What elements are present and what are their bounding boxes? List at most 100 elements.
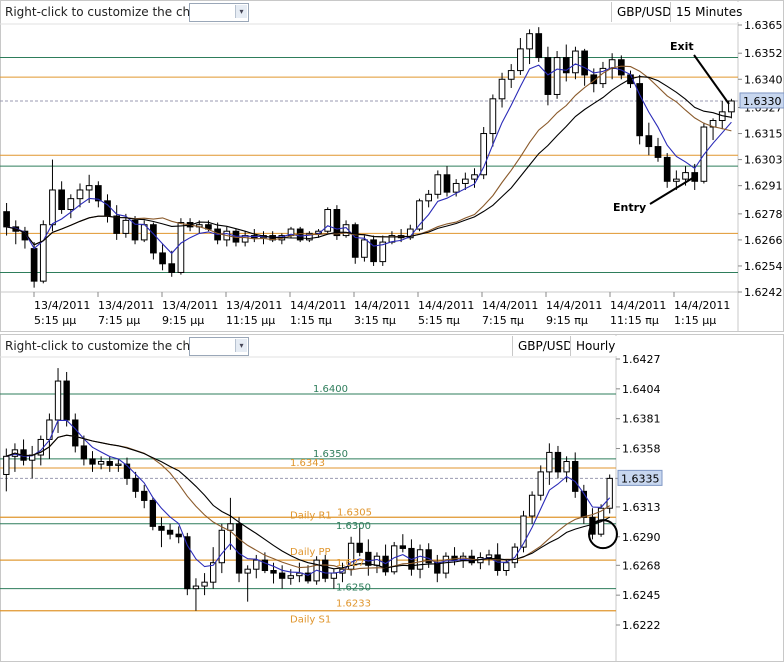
candle-body (356, 542, 363, 553)
chevron-down-icon: ▾ (235, 339, 247, 352)
candle-body (168, 263, 176, 273)
y-tick-label: 1.6313 (622, 501, 661, 514)
chart-panel-15min[interactable]: 1.63651.63521.63401.63271.63151.63031.62… (0, 0, 784, 332)
x-tick-date: 13/4/2011 (98, 299, 154, 312)
y-tick-label: 1.6404 (622, 383, 661, 396)
candle-body (498, 78, 506, 100)
level-label: 1.6343 (290, 458, 325, 469)
candle-body (322, 559, 329, 579)
x-tick-date: 14/4/2011 (418, 299, 474, 312)
y-tick-label: 1.6290 (622, 531, 661, 544)
candle-body (554, 451, 562, 473)
candle-body (149, 499, 157, 527)
candle-body (30, 248, 38, 282)
customize-hint: Right-click to customize the chart (5, 339, 208, 353)
y-tick-label: 1.6427 (622, 353, 661, 366)
chart-options-dropdown[interactable]: ▾ (189, 3, 249, 22)
x-tick-date: 14/4/2011 (354, 299, 410, 312)
y-tick-label: 1.6352 (744, 47, 783, 60)
level-label: 1.6400 (313, 384, 348, 395)
candle-body (507, 70, 515, 80)
x-tick-time: 11:15 μμ (226, 314, 275, 327)
x-tick-time: 3:15 πμ (354, 314, 396, 327)
candle-body (544, 57, 552, 95)
customize-hint: Right-click to customize the chart (5, 5, 208, 19)
candle-body (434, 174, 442, 195)
x-tick-time: 1:15 πμ (290, 314, 332, 327)
candle-body (461, 178, 469, 184)
candle-body (537, 471, 544, 496)
x-tick-date: 13/4/2011 (162, 299, 218, 312)
candle-body (728, 100, 735, 113)
x-tick-time: 9:15 πμ (546, 314, 588, 327)
chart-canvas-hourly[interactable]: 1.6427 1.6404 1.6381 1.6358 1.6335 1.6313 1.62… (0, 334, 784, 662)
candle-body (517, 48, 524, 72)
candle-body (471, 174, 478, 180)
candle-body (528, 494, 536, 517)
candle-body (3, 211, 10, 228)
candle-body (76, 189, 84, 200)
x-tick-time: 5:15 πμ (418, 314, 460, 327)
candle-body (227, 523, 234, 531)
candle-body (673, 178, 680, 182)
x-tick-time: 7:15 πμ (482, 314, 524, 327)
exit-annotation: Exit (670, 40, 694, 53)
candle-body (416, 549, 424, 570)
candle-body (654, 146, 662, 158)
candle-body (553, 57, 561, 95)
candle-body (425, 193, 432, 202)
chart-panel-hourly[interactable]: 1.6427 1.6404 1.6381 1.6358 1.6335 1.6313 1.62… (0, 334, 784, 662)
level-label: 1.6233 (336, 599, 371, 610)
y-tick-label: 1.6303 (744, 154, 783, 167)
candle-body (546, 451, 553, 473)
candle-body (166, 529, 174, 535)
y-tick-label: 1.6278 (744, 208, 783, 221)
entry-arrow (649, 175, 697, 205)
candle-body (494, 554, 501, 572)
candle-body (218, 529, 225, 564)
candle-body (63, 380, 70, 421)
candle-body (106, 461, 113, 466)
candle-body (606, 477, 613, 509)
candle-body (399, 545, 406, 549)
candle-body (122, 219, 130, 234)
chart-options-dropdown[interactable]: ▾ (189, 337, 249, 356)
panel-border (0, 334, 784, 662)
y-tick-label: 1.6381 (622, 413, 661, 426)
candle-body (159, 252, 166, 265)
candle-body (682, 172, 689, 180)
y-tick-label: 1.6222 (622, 619, 661, 632)
candle-body (270, 570, 277, 574)
chevron-down-icon: ▾ (235, 5, 247, 18)
candle-body (489, 98, 497, 135)
candle-body (192, 585, 200, 590)
chart-canvas-15min[interactable]: 1.63651.63521.63401.63271.63151.63031.62… (0, 0, 784, 332)
x-tick-date: 13/4/2011 (34, 299, 90, 312)
candle-body (442, 555, 450, 574)
y-tick-label: 1.6358 (622, 443, 661, 456)
candle-body (253, 559, 260, 570)
candle-body (235, 523, 243, 574)
x-tick-date: 14/4/2011 (290, 299, 346, 312)
candle-body (67, 198, 75, 211)
entry-annotation: Entry (613, 201, 646, 214)
candle-body (3, 455, 10, 475)
timeframe-label: 15 Minutes (670, 2, 748, 22)
candle-body (177, 222, 185, 273)
candle-body (39, 224, 47, 282)
candle-body (443, 174, 451, 193)
candle-body (141, 490, 148, 501)
candle-body (526, 33, 533, 50)
candle-body (535, 33, 543, 59)
candle-body (645, 135, 653, 148)
candle-body (54, 380, 62, 421)
candle-body (89, 458, 96, 465)
candle-body (115, 463, 122, 466)
candle-body (452, 182, 460, 193)
candle-body (201, 581, 208, 587)
symbol-label: GBP/USD (512, 336, 578, 356)
level-label: 1.627 (336, 558, 365, 569)
y-tick-label: 1.6291 (744, 180, 783, 193)
candle-body (485, 554, 493, 559)
timeframe-label: Hourly (570, 336, 621, 356)
